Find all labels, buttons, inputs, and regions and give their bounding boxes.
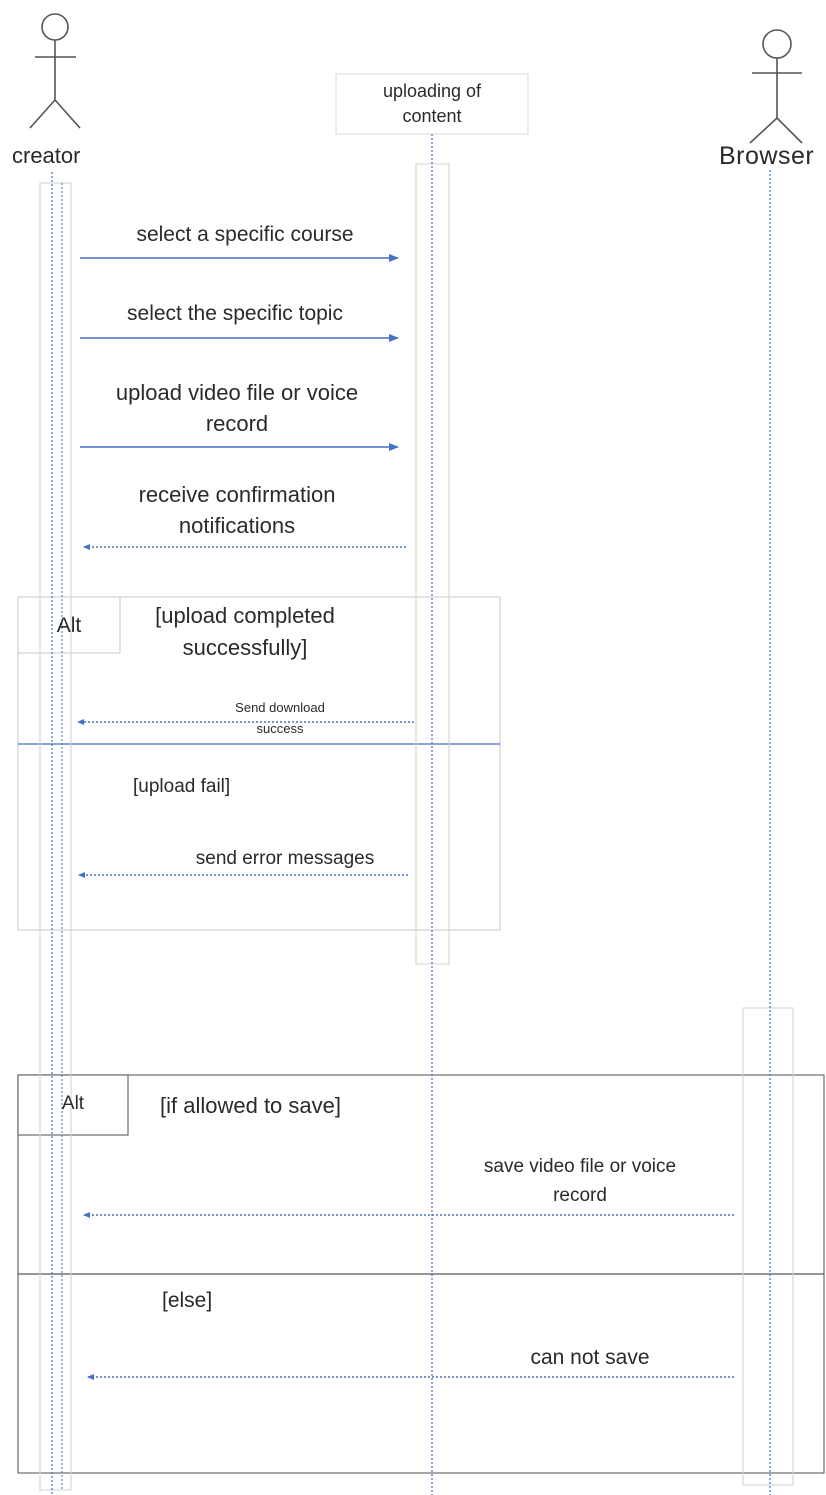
browser-actor-icon	[749, 29, 803, 144]
message-label-2: select the specific topic	[127, 302, 343, 325]
creator-label: creator	[12, 143, 81, 168]
message-label-8: can not save	[530, 1346, 650, 1369]
alt-fragment-1-guard-1: [upload completed successfully]	[155, 603, 335, 660]
alt-fragment-2-guard-1: [if allowed to save]	[160, 1093, 341, 1118]
browser-activation-bar	[742, 1007, 794, 1486]
message-label-3: upload video file or voice record	[115, 380, 359, 436]
alt-fragment-2	[17, 1074, 825, 1474]
alt-fragment-1-guard-2: [upload fail]	[133, 776, 231, 797]
message-label-7: save video file or voice record	[483, 1156, 677, 1207]
alt-fragment-2-guard-2: [else]	[162, 1289, 213, 1312]
message-label-6: send error messages	[195, 848, 375, 869]
message-label-4: receive confirmation notifications	[138, 482, 336, 538]
browser-label: Browser	[719, 142, 815, 170]
uploader-label: uploading of content	[382, 81, 482, 127]
creator-actor-icon	[29, 13, 81, 129]
alt-fragment-2-tag: Alt	[61, 1093, 85, 1114]
message-label-1: select a specific course	[136, 223, 354, 246]
message-label-5: Send download success	[235, 700, 325, 737]
alt-fragment-1-tag: Alt	[56, 614, 82, 637]
